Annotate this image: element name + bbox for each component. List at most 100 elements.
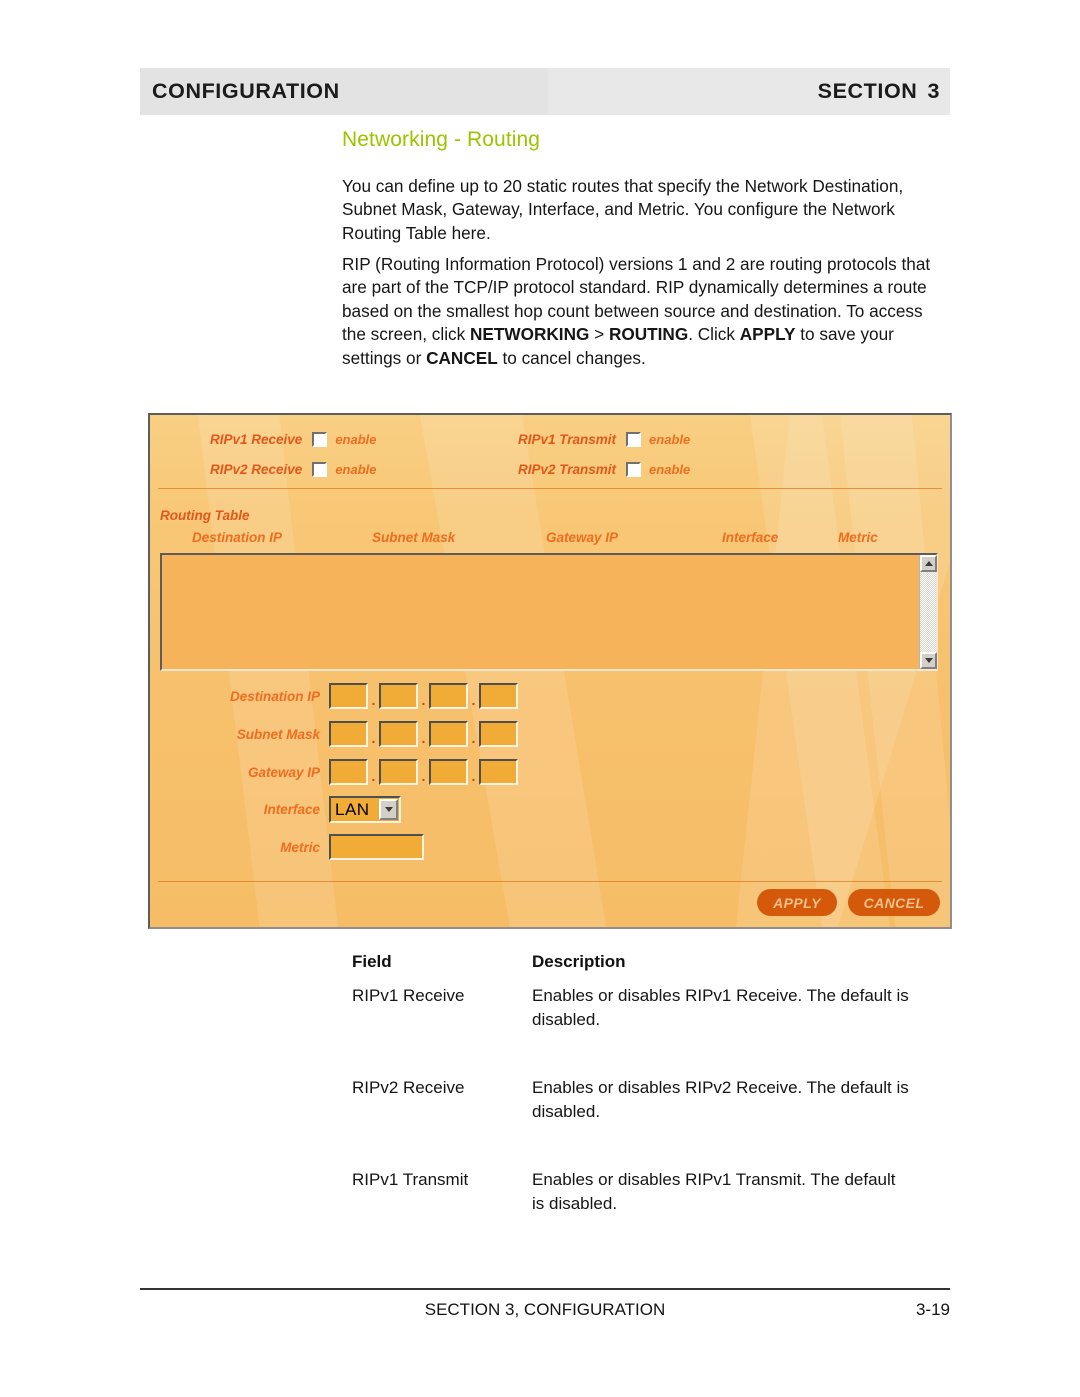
apply-ref: APPLY	[739, 324, 796, 345]
rip-paragraph-part4: to cancel changes.	[497, 347, 646, 368]
ripv2-receive-enable-text: enable	[335, 462, 377, 477]
chevron-up-icon	[924, 561, 933, 566]
column-header-subnet-mask: Subnet Mask	[372, 530, 456, 545]
ripv1-transmit-checkbox[interactable]	[626, 432, 642, 447]
section-heading: Networking - Routing	[342, 128, 541, 151]
ip-separator: .	[371, 692, 376, 708]
ripv2-transmit-row: RIPv2 Transmit enable	[518, 462, 690, 477]
ip-separator: .	[371, 768, 376, 784]
scroll-up-button[interactable]	[920, 555, 937, 572]
column-header-interface: Interface	[722, 530, 779, 545]
section-number: 3	[927, 79, 940, 103]
destination-ip-octet-4[interactable]	[479, 683, 518, 709]
interface-select[interactable]: LAN	[329, 796, 401, 823]
field-name: RIPv1 Transmit	[352, 1170, 469, 1189]
ripv1-transmit-row: RIPv1 Transmit enable	[518, 432, 690, 447]
menu-separator: >	[589, 324, 609, 345]
form-action-buttons: APPLY CANCEL	[757, 889, 940, 916]
section-label: SECTION	[817, 79, 918, 103]
field-description-table: Field Description RIPv1 Receive Enables …	[352, 952, 912, 1260]
gateway-ip-octet-3[interactable]	[429, 759, 468, 785]
metric-input[interactable]	[329, 834, 424, 860]
column-header-field: Field	[352, 952, 392, 971]
ripv2-transmit-label: RIPv2 Transmit	[518, 462, 617, 477]
subnet-mask-octet-1[interactable]	[329, 721, 368, 747]
routing-menu-ref: ROUTING	[608, 324, 689, 345]
ripv2-receive-checkbox[interactable]	[312, 462, 328, 477]
ip-separator: .	[421, 730, 426, 746]
ripv2-transmit-checkbox[interactable]	[626, 462, 642, 477]
ip-separator: .	[471, 768, 476, 784]
table-row: RIPv1 Receive Enables or disables RIPv1 …	[352, 984, 912, 1031]
page-title: CONFIGURATION	[152, 79, 340, 103]
ripv1-transmit-enable-text: enable	[649, 432, 691, 447]
footer-page-number: 3-19	[915, 1300, 950, 1319]
divider-bottom	[158, 881, 942, 882]
metric-label: Metric	[280, 839, 320, 855]
intro-paragraph: You can define up to 20 static routes th…	[342, 176, 904, 243]
ip-separator: .	[371, 730, 376, 746]
routing-table-scrollbar[interactable]	[919, 555, 937, 669]
destination-ip-label: Destination IP	[229, 688, 320, 704]
rip-paragraph: RIP (Routing Information Protocol) versi…	[342, 253, 932, 370]
ripv2-transmit-enable-text: enable	[649, 462, 691, 477]
ip-separator: .	[421, 768, 426, 784]
gateway-ip-octet-4[interactable]	[479, 759, 518, 785]
cancel-button[interactable]: CANCEL	[848, 889, 940, 916]
cancel-ref: CANCEL	[426, 347, 498, 368]
interface-label: Interface	[263, 802, 320, 817]
chevron-down-icon	[924, 658, 933, 663]
ripv1-receive-label: RIPv1 Receive	[210, 432, 303, 447]
page-header: CONFIGURATION SECTION 3	[140, 68, 950, 115]
ip-separator: .	[471, 730, 476, 746]
routing-table-listbox[interactable]	[160, 553, 938, 671]
ripv2-receive-label: RIPv2 Receive	[210, 462, 303, 477]
subnet-mask-label: Subnet Mask	[236, 726, 320, 742]
chevron-down-icon	[384, 807, 393, 812]
destination-ip-octet-2[interactable]	[379, 683, 418, 709]
gateway-ip-octet-2[interactable]	[379, 759, 418, 785]
table-header-row: Field Description	[352, 952, 912, 972]
metric-row: Metric	[200, 834, 424, 860]
interface-selected-value: LAN	[335, 799, 370, 819]
section-indicator: SECTION 3	[818, 68, 940, 115]
column-header-destination-ip: Destination IP	[192, 530, 283, 545]
field-name: RIPv2 Receive	[352, 1078, 465, 1097]
table-row: RIPv2 Receive Enables or disables RIPv2 …	[352, 1076, 912, 1123]
subnet-mask-octet-3[interactable]	[429, 721, 468, 747]
apply-button[interactable]: APPLY	[757, 889, 837, 916]
ripv1-receive-enable-text: enable	[335, 432, 377, 447]
ip-separator: .	[421, 692, 426, 708]
dropdown-arrow-button[interactable]	[379, 799, 398, 820]
table-row: RIPv1 Transmit Enables or disables RIPv1…	[352, 1168, 912, 1215]
column-header-gateway-ip: Gateway IP	[546, 530, 619, 545]
scroll-down-button[interactable]	[920, 652, 937, 669]
ripv2-receive-row: RIPv2 Receive enable	[210, 462, 377, 477]
column-header-description: Description	[532, 952, 626, 971]
footer-divider	[140, 1288, 950, 1290]
column-header-metric: Metric	[838, 530, 878, 545]
ripv1-receive-checkbox[interactable]	[312, 432, 328, 447]
field-description: Enables or disables RIPv2 Receive. The d…	[532, 1078, 909, 1121]
field-description: Enables or disables RIPv1 Receive. The d…	[532, 986, 909, 1029]
destination-ip-octet-3[interactable]	[429, 683, 468, 709]
divider-top	[158, 488, 942, 489]
networking-menu-ref: NETWORKING	[470, 324, 590, 345]
gateway-ip-row: Gateway IP . . .	[200, 759, 518, 785]
field-name: RIPv1 Receive	[352, 986, 465, 1005]
subnet-mask-octet-4[interactable]	[479, 721, 518, 747]
destination-ip-octet-1[interactable]	[329, 683, 368, 709]
destination-ip-row: Destination IP . . .	[200, 683, 518, 709]
subnet-mask-row: Subnet Mask . . .	[200, 721, 518, 747]
gateway-ip-label: Gateway IP	[247, 764, 320, 780]
ripv1-transmit-label: RIPv1 Transmit	[518, 432, 617, 447]
ip-separator: .	[471, 692, 476, 708]
subnet-mask-octet-2[interactable]	[379, 721, 418, 747]
field-description: Enables or disables RIPv1 Transmit. The …	[532, 1170, 896, 1213]
rip-paragraph-part2: . Click	[688, 324, 740, 345]
router-config-screenshot: RIPv1 Receive enable RIPv2 Receive enabl…	[148, 413, 952, 929]
routing-table-column-headers: Destination IP Subnet Mask Gateway IP In…	[150, 530, 950, 548]
ripv1-receive-row: RIPv1 Receive enable	[210, 432, 377, 447]
gateway-ip-octet-1[interactable]	[329, 759, 368, 785]
routing-table-title: Routing Table	[160, 508, 250, 523]
